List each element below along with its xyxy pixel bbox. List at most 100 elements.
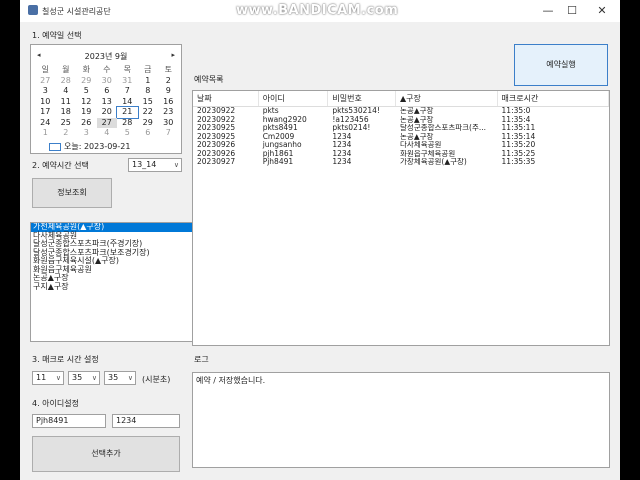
second-select[interactable]: 35 ∨ xyxy=(104,371,136,385)
table-cell: 11:35:35 xyxy=(501,158,536,166)
calendar-day[interactable]: 6 xyxy=(97,86,118,97)
table-cell: 1234 xyxy=(332,149,352,158)
calendar-day[interactable]: 28 xyxy=(56,76,77,87)
facility-list[interactable]: 가천체육공원(▲구장) 다사체육공원 달성군종합스포츠파크(주경기장) 달성군종… xyxy=(30,222,200,342)
table-cell: 20230922 xyxy=(197,107,236,115)
minute-select[interactable]: 35 ∨ xyxy=(68,371,100,385)
time-select[interactable]: 13_14 ∨ xyxy=(128,158,182,172)
calendar-day[interactable]: 30 xyxy=(97,76,118,87)
calendar-day[interactable]: 24 xyxy=(35,118,56,129)
calendar-day[interactable]: 15 xyxy=(138,97,159,108)
calendar-day[interactable]: 5 xyxy=(117,128,138,139)
table-cell: pkts530214! xyxy=(332,107,380,115)
calendar-day[interactable]: 31 xyxy=(117,76,138,87)
today-marker-icon xyxy=(49,142,61,151)
calendar-day[interactable]: 3 xyxy=(35,86,56,97)
table-cell: 11:35:0 xyxy=(501,107,531,115)
column-header-password[interactable]: 비밀번호 xyxy=(328,91,397,106)
table-row[interactable]: 20230926 jungsanho 1234 다사체육공원 11:35:20 xyxy=(193,141,609,150)
calendar-next-icon[interactable]: ▸ xyxy=(171,51,175,59)
calendar-day[interactable]: 22 xyxy=(138,107,159,118)
table-row[interactable]: 20230927 Pjh8491 1234 가창체육공원(▲구장) 11:35:… xyxy=(193,158,609,167)
calendar-day[interactable]: 18 xyxy=(56,107,77,118)
calendar-day[interactable]: 20 xyxy=(97,107,118,118)
hour-select[interactable]: 11 ∨ xyxy=(32,371,64,385)
calendar-day[interactable]: 29 xyxy=(76,76,97,87)
id-field[interactable]: Pjh8491 xyxy=(32,414,106,428)
table-row[interactable]: 20230922 pkts pkts530214! 논공▲구장 11:35:0 xyxy=(193,107,609,116)
calendar-day[interactable]: 3 xyxy=(76,128,97,139)
calendar-day[interactable]: 16 xyxy=(158,97,179,108)
calendar-day[interactable]: 17 xyxy=(35,107,56,118)
table-cell: 11:35:25 xyxy=(501,149,536,158)
reserve-run-button[interactable]: 예약실행 xyxy=(514,44,608,86)
calendar-day[interactable]: 10 xyxy=(35,97,56,108)
table-cell: 논공▲구장 xyxy=(400,132,434,141)
calendar-day[interactable]: 19 xyxy=(76,107,97,118)
calendar-day[interactable]: 28 xyxy=(117,118,138,129)
calendar-day[interactable]: 27 xyxy=(35,76,56,87)
calendar-day[interactable]: 12 xyxy=(76,97,97,108)
table-cell: 20230925 xyxy=(197,124,236,132)
password-field[interactable]: 1234 xyxy=(112,414,180,428)
column-header-facility[interactable]: ▲구장 xyxy=(396,91,498,106)
calendar-day[interactable]: 4 xyxy=(97,128,118,139)
calendar-day[interactable]: 2 xyxy=(158,76,179,87)
select-add-button[interactable]: 선택추가 xyxy=(32,436,180,472)
calendar-day[interactable]: 29 xyxy=(138,118,159,129)
calendar-day[interactable]: 26 xyxy=(76,118,97,129)
table-cell: Cm2009 xyxy=(262,132,295,141)
calendar-day[interactable]: 5 xyxy=(76,86,97,97)
calendar-day[interactable]: 7 xyxy=(117,86,138,97)
table-cell: 1234 xyxy=(332,132,352,141)
info-lookup-button[interactable]: 정보조회 xyxy=(32,178,112,208)
maximize-button[interactable]: ☐ xyxy=(560,2,584,20)
table-cell: 화원읍구체육공원 xyxy=(400,149,456,158)
minimize-button[interactable]: — xyxy=(536,2,560,20)
calendar[interactable]: ◂ 2023년 9월 ▸ 일 월 화 수 목 금 토 27 28 29 30 3… xyxy=(30,44,182,154)
calendar-day[interactable]: 2 xyxy=(56,128,77,139)
column-header-id[interactable]: 아이디 xyxy=(259,91,329,106)
column-header-macro-time[interactable]: 매크로시간 xyxy=(498,91,609,106)
weekday-label: 수 xyxy=(103,65,111,74)
calendar-day[interactable]: 1 xyxy=(138,76,159,87)
table-cell: Pjh8491 xyxy=(262,158,294,166)
chevron-down-icon: ∨ xyxy=(91,374,97,382)
calendar-day[interactable]: 30 xyxy=(158,118,179,129)
log-textbox[interactable]: 예약 / 저장했습니다. xyxy=(192,372,610,468)
calendar-day[interactable]: 25 xyxy=(56,118,77,129)
calendar-day-today[interactable]: 21 xyxy=(116,106,139,119)
calendar-day[interactable]: 9 xyxy=(158,86,179,97)
table-row[interactable]: 20230925 Cm2009 1234 논공▲구장 11:35:14 xyxy=(193,133,609,142)
calendar-day[interactable]: 7 xyxy=(158,128,179,139)
calendar-day[interactable]: 13 xyxy=(97,97,118,108)
macro-section-label: 3. 매크로 시간 설정 xyxy=(32,355,99,364)
app-icon xyxy=(28,5,38,15)
calendar-day[interactable]: 8 xyxy=(138,86,159,97)
calendar-day[interactable]: 1 xyxy=(35,128,56,139)
table-row[interactable]: 20230925 pkts8491 pkts0214! 달성군종합스포츠파크(주… xyxy=(193,124,609,133)
table-row[interactable]: 20230926 pjh1861 1234 화원읍구체육공원 11:35:25 xyxy=(193,150,609,159)
table-cell: 1234 xyxy=(332,141,352,149)
calendar-day[interactable]: 4 xyxy=(56,86,77,97)
id-section-label: 4. 아이디설정 xyxy=(32,399,79,408)
table-cell: 논공▲구장 xyxy=(400,107,434,115)
calendar-day[interactable]: 6 xyxy=(138,128,159,139)
column-header-date[interactable]: 날짜 xyxy=(193,91,259,106)
calendar-today-label: 오늘: 2023-09-21 xyxy=(64,142,131,151)
calendar-day[interactable]: 23 xyxy=(158,107,179,118)
calendar-today[interactable]: 오늘: 2023-09-21 xyxy=(49,141,130,152)
table-row[interactable]: 20230922 hwang2920 !a123456 논공▲구장 11:35:… xyxy=(193,116,609,125)
calendar-day-selected[interactable]: 27 xyxy=(96,117,117,128)
calendar-day[interactable]: 14 xyxy=(117,97,138,108)
time-section-label: 2. 예약시간 선택 xyxy=(32,161,89,170)
weekday-label: 토 xyxy=(164,65,172,74)
log-text: 예약 / 저장했습니다. xyxy=(196,376,266,385)
table-cell: 20230922 xyxy=(197,115,236,124)
reservation-table[interactable]: 날짜 아이디 비밀번호 ▲구장 매크로시간 20230922 pkts pkts… xyxy=(192,90,610,346)
facility-item[interactable]: 구지▲구장 xyxy=(31,282,199,292)
close-button[interactable]: ✕ xyxy=(590,2,614,20)
weekday-label: 화 xyxy=(82,65,90,74)
table-cell: pkts xyxy=(262,107,279,115)
calendar-day[interactable]: 11 xyxy=(56,97,77,108)
